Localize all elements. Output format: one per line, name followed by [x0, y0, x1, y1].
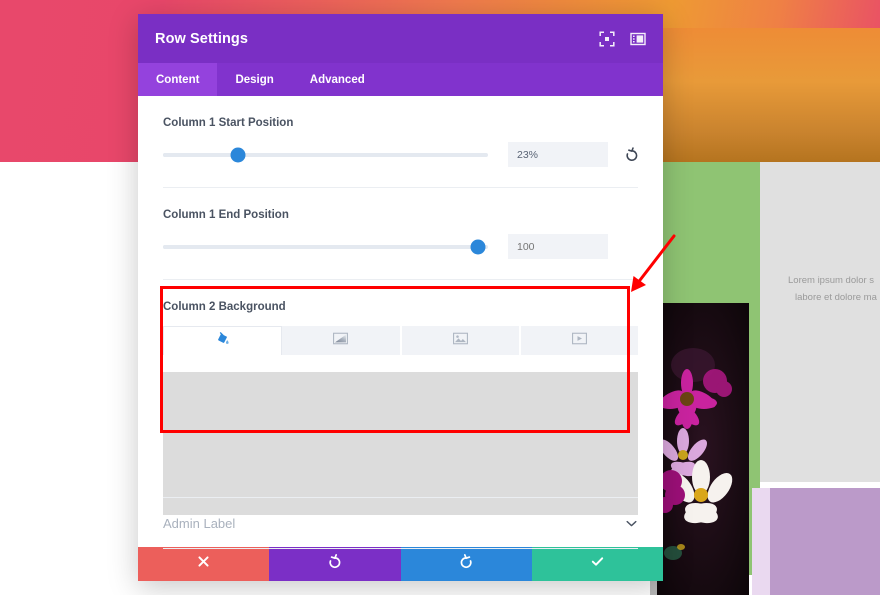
background-lorem-text: Lorem ipsum dolor s labore et dolore ma — [788, 272, 880, 306]
column1-start-slider-fill — [163, 152, 238, 157]
page-title: Row Settings — [155, 30, 249, 47]
column1-end-slider[interactable] — [163, 239, 488, 254]
background-grey-block — [760, 162, 880, 482]
modal-footer — [138, 547, 663, 581]
background-color-tab[interactable] — [163, 326, 283, 355]
paint-bucket-icon — [216, 331, 230, 351]
column1-end-slider-handle[interactable] — [470, 239, 486, 254]
cancel-button[interactable] — [138, 547, 270, 581]
column1-start-slider-handle[interactable] — [230, 147, 246, 162]
undo-button[interactable] — [269, 547, 401, 581]
image-icon — [452, 332, 468, 350]
chevron-down-icon — [624, 516, 638, 530]
column1-end-row — [163, 234, 638, 259]
background-pale-lavender-block — [752, 488, 770, 595]
column1-start-reset-icon[interactable] — [624, 147, 639, 163]
video-icon — [571, 332, 587, 350]
column1-start-value-input[interactable] — [508, 142, 608, 167]
header-icon-group — [598, 30, 646, 47]
background-lorem-line-1: Lorem ipsum dolor s — [788, 275, 875, 286]
layout-panel-icon[interactable] — [629, 30, 646, 47]
redo-button[interactable] — [400, 547, 532, 581]
modal-header: Row Settings — [138, 14, 663, 63]
column1-end-slider-fill — [163, 244, 479, 249]
background-lavender-block — [770, 488, 880, 595]
admin-label-toggle[interactable]: Admin Label — [163, 497, 638, 549]
check-icon — [590, 554, 605, 574]
close-icon — [197, 555, 210, 573]
background-gradient-tab[interactable] — [282, 326, 402, 355]
modal-tab-bar: Content Design Advanced — [138, 63, 663, 96]
redo-icon — [459, 554, 474, 574]
column1-start-slider[interactable] — [163, 147, 488, 162]
background-image-tab[interactable] — [401, 326, 521, 355]
tab-advanced[interactable]: Advanced — [292, 63, 383, 96]
tab-content[interactable]: Content — [138, 63, 218, 96]
column1-start-row — [163, 142, 638, 167]
focus-icon[interactable] — [598, 30, 615, 47]
save-button[interactable] — [531, 547, 663, 581]
column1-end-value-input[interactable] — [508, 234, 608, 259]
gradient-icon — [333, 332, 349, 350]
background-type-tabs — [163, 326, 638, 355]
admin-label-text: Admin Label — [163, 515, 236, 531]
column1-end-label: Column 1 End Position — [163, 209, 289, 221]
column2-background-label: Column 2 Background — [163, 301, 286, 313]
row-settings-modal: Row Settings Content Design Advanced Col… — [138, 14, 663, 581]
modal-body: Column 1 Start Position Column 1 End Pos… — [138, 96, 663, 549]
background-flower-photo — [657, 303, 749, 595]
background-video-tab[interactable] — [520, 326, 638, 355]
background-orange-block — [655, 28, 880, 162]
undo-icon — [327, 554, 342, 574]
column1-start-label: Column 1 Start Position — [163, 117, 294, 129]
screenshot-stage: Lorem ipsum dolor s labore et dolore ma — [0, 0, 880, 595]
tab-design[interactable]: Design — [217, 63, 291, 96]
background-color-swatch-area[interactable] — [163, 372, 638, 515]
background-lorem-line-2: labore et dolore ma — [795, 292, 877, 303]
